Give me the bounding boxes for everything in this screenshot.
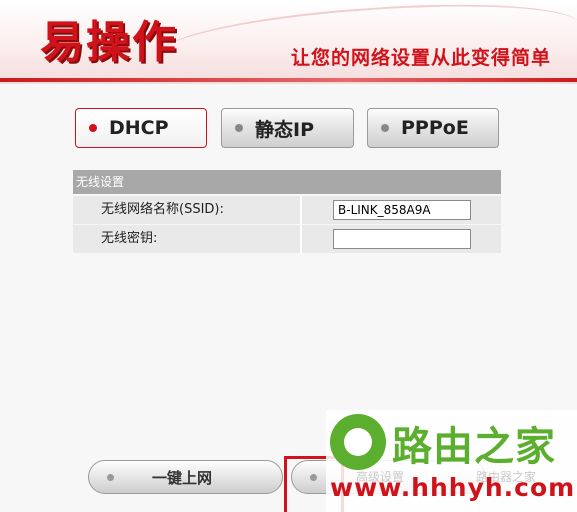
header-divider bbox=[0, 78, 577, 82]
watermark-title: 路由之家 bbox=[392, 424, 556, 470]
header-banner: 易操作 让您的网络设置从此变得简单 bbox=[0, 0, 577, 85]
header-slogan: 让您的网络设置从此变得简单 bbox=[291, 47, 552, 69]
one-click-connect-label: 一键上网 bbox=[152, 468, 213, 487]
wireless-key-row: 无线密钥: bbox=[73, 225, 501, 253]
watermark-logo-icon bbox=[330, 414, 386, 470]
mode-button-label: 静态IP bbox=[255, 118, 314, 141]
ssid-input[interactable] bbox=[333, 200, 471, 220]
radio-dot-icon bbox=[381, 124, 389, 132]
mode-button-label: PPPoE bbox=[401, 117, 469, 139]
mode-button-label: DHCP bbox=[109, 117, 169, 139]
watermark-url: www.hhhyh.com bbox=[330, 473, 576, 502]
mode-button-static-ip[interactable]: 静态IP bbox=[221, 108, 354, 148]
radio-dot-icon bbox=[235, 124, 243, 132]
radio-dot-icon bbox=[89, 124, 97, 132]
mode-button-pppoe[interactable]: PPPoE bbox=[367, 108, 499, 148]
ssid-label: 无线网络名称(SSID): bbox=[73, 196, 302, 224]
ssid-row: 无线网络名称(SSID): bbox=[73, 196, 501, 224]
wireless-section-title: 无线设置 bbox=[73, 170, 501, 194]
wireless-key-input[interactable] bbox=[333, 229, 471, 249]
mode-button-dhcp[interactable]: DHCP bbox=[75, 108, 207, 148]
wireless-key-label: 无线密钥: bbox=[73, 225, 302, 253]
one-click-connect-button[interactable]: 一键上网 bbox=[88, 460, 283, 494]
app-logo: 易操作 bbox=[40, 17, 178, 68]
radio-dot-icon bbox=[107, 473, 114, 481]
